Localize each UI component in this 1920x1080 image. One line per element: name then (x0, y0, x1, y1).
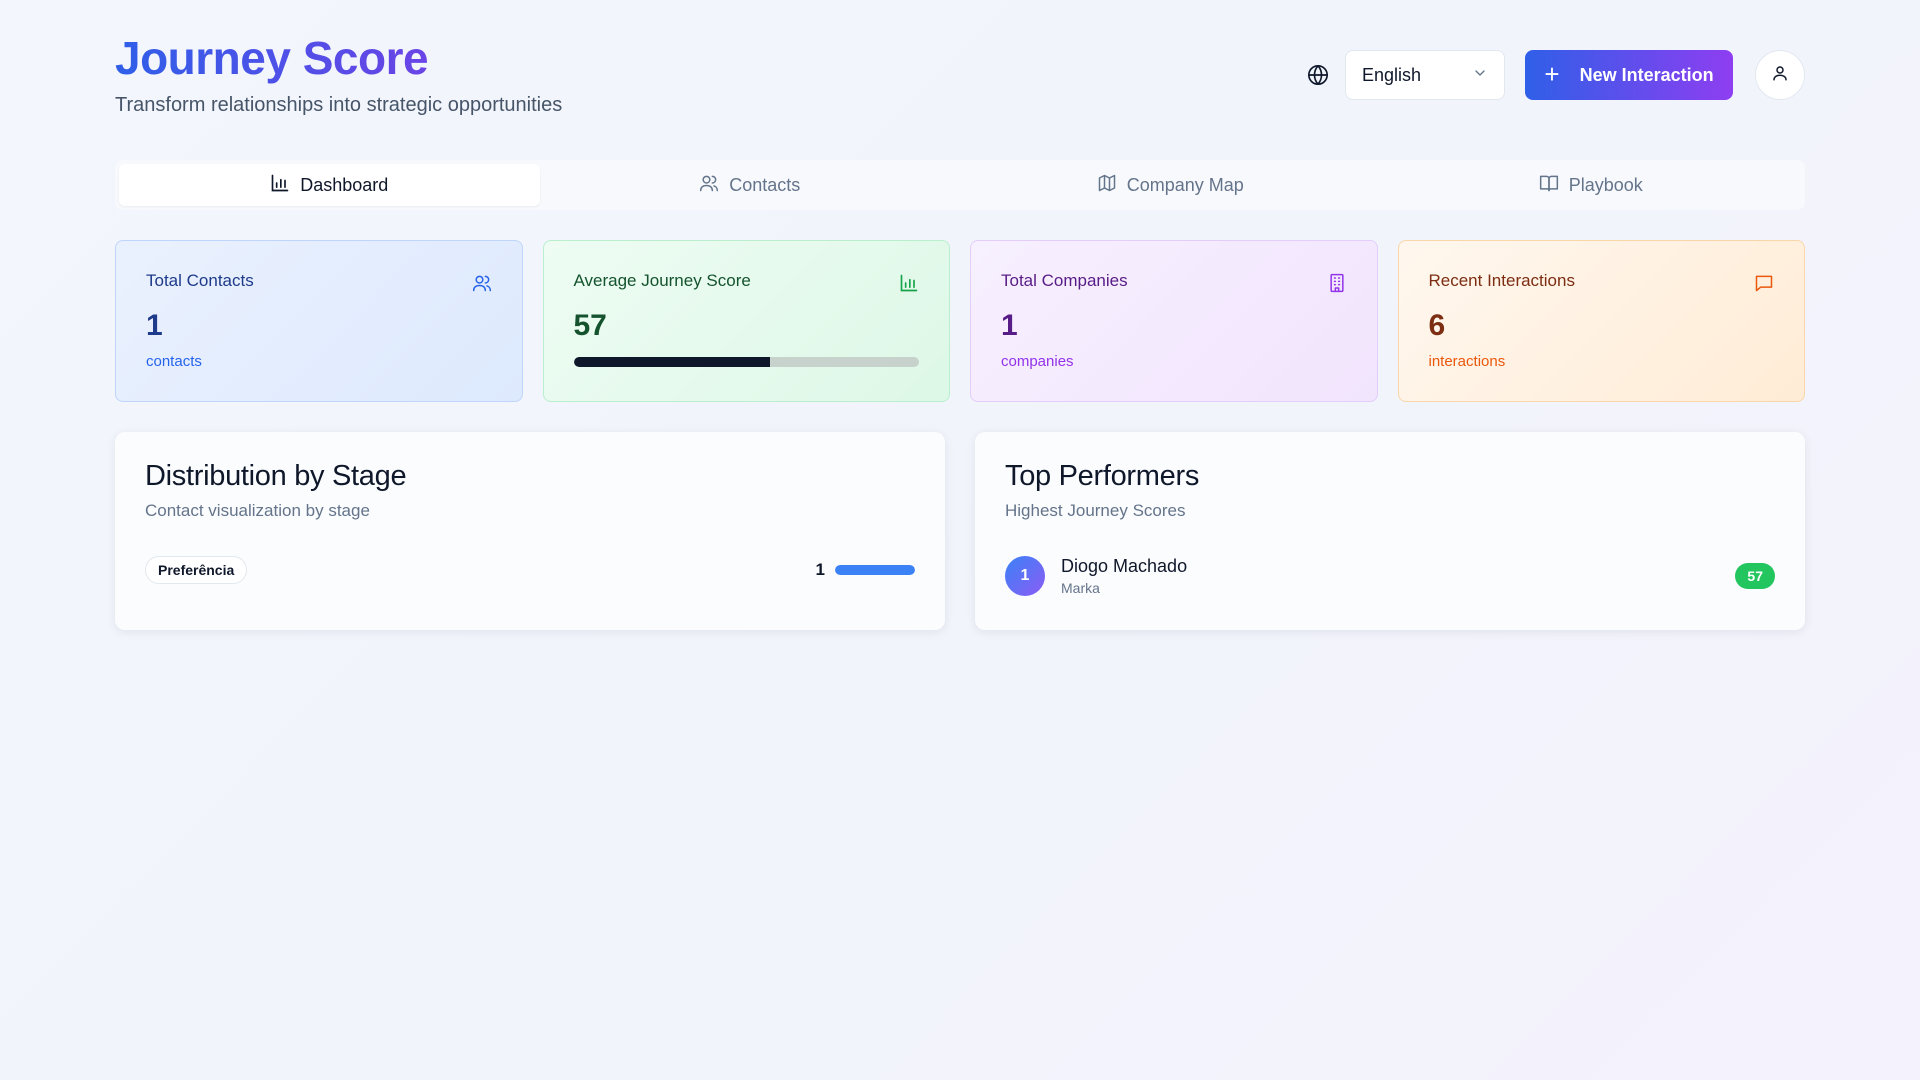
tab-dashboard[interactable]: Dashboard (119, 164, 540, 206)
page-title: Journey Score (115, 32, 429, 84)
performer-text: Diogo Machado Marka (1061, 556, 1187, 596)
panels-row: Distribution by Stage Contact visualizat… (115, 432, 1805, 630)
performer-company: Marka (1061, 580, 1100, 596)
rank-badge: 1 (1005, 556, 1045, 596)
stage-bar-fill (835, 565, 915, 575)
new-interaction-button[interactable]: + New Interaction (1525, 50, 1733, 100)
stat-label: Average Journey Score (573, 271, 751, 290)
tab-label: Contacts (729, 174, 801, 195)
building-icon (1327, 273, 1347, 293)
tab-label: Playbook (1568, 174, 1643, 195)
page-subtitle: Transform relationships into strategic o… (115, 94, 563, 116)
panel-subtitle: Highest Journey Scores (1005, 501, 1186, 520)
users-icon (699, 173, 719, 198)
user-icon (1771, 64, 1789, 87)
top-performers-panel: Top Performers Highest Journey Scores 1 … (975, 432, 1805, 630)
language-select-value: English (1362, 64, 1422, 85)
bar-chart-icon (270, 173, 290, 198)
total-contacts-card: Total Contacts 1 contacts (115, 240, 523, 402)
stats-row: Total Contacts 1 contacts Average Journe… (115, 240, 1805, 402)
app-container: Journey Score Transform relationships in… (115, 0, 1805, 630)
new-interaction-label: New Interaction (1579, 64, 1714, 85)
panel-title: Distribution by Stage (145, 460, 407, 492)
stat-sub: contacts (146, 353, 202, 370)
score-progress-bar (573, 357, 919, 367)
stat-value: 57 (573, 309, 607, 342)
language-select[interactable]: English (1345, 50, 1505, 100)
globe-icon (1307, 64, 1329, 86)
performer-info: 1 Diogo Machado Marka (1005, 556, 1187, 596)
recent-interactions-card: Recent Interactions 6 interactions (1397, 240, 1805, 402)
header-actions: English + New Interaction (1307, 50, 1805, 100)
stage-row: Preferência 1 (145, 556, 915, 584)
stat-value: 6 (1428, 309, 1446, 342)
panel-title: Top Performers (1005, 460, 1200, 492)
tab-company-map[interactable]: Company Map (960, 164, 1381, 206)
score-progress-fill (573, 357, 771, 367)
score-badge: 57 (1735, 563, 1775, 589)
bar-chart-icon (899, 273, 919, 293)
stat-label: Recent Interactions (1428, 271, 1575, 290)
stage-badge: Preferência (145, 556, 248, 584)
performer-name: Diogo Machado (1061, 556, 1188, 576)
distribution-panel: Distribution by Stage Contact visualizat… (115, 432, 945, 630)
total-companies-card: Total Companies 1 companies (970, 240, 1378, 402)
map-icon (1097, 173, 1117, 198)
stat-label: Total Contacts (146, 271, 254, 290)
book-icon (1539, 173, 1559, 198)
tab-contacts[interactable]: Contacts (540, 164, 961, 206)
stat-value: 1 (146, 309, 163, 342)
user-menu-button[interactable] (1755, 50, 1805, 100)
stat-label: Total Companies (1001, 271, 1128, 290)
stage-bar (835, 565, 915, 575)
stat-sub: interactions (1428, 353, 1506, 370)
tab-label: Company Map (1126, 174, 1244, 195)
performer-row[interactable]: 1 Diogo Machado Marka 57 (1005, 556, 1775, 596)
stat-value: 1 (1001, 309, 1018, 342)
stat-sub: companies (1001, 353, 1074, 370)
panel-subtitle: Contact visualization by stage (145, 501, 370, 520)
tab-label: Dashboard (300, 174, 389, 195)
stage-count-group: 1 (816, 560, 915, 580)
page-header: Journey Score Transform relationships in… (115, 0, 1805, 160)
stage-count: 1 (815, 560, 825, 579)
plus-icon: + (1544, 58, 1560, 89)
tab-playbook[interactable]: Playbook (1381, 164, 1802, 206)
users-icon (472, 273, 492, 293)
message-icon (1754, 273, 1774, 293)
main-tabs: Dashboard Contacts Company Map Playbook (115, 160, 1805, 210)
chevron-down-icon (1472, 65, 1488, 86)
average-score-card: Average Journey Score 57 (542, 240, 950, 402)
